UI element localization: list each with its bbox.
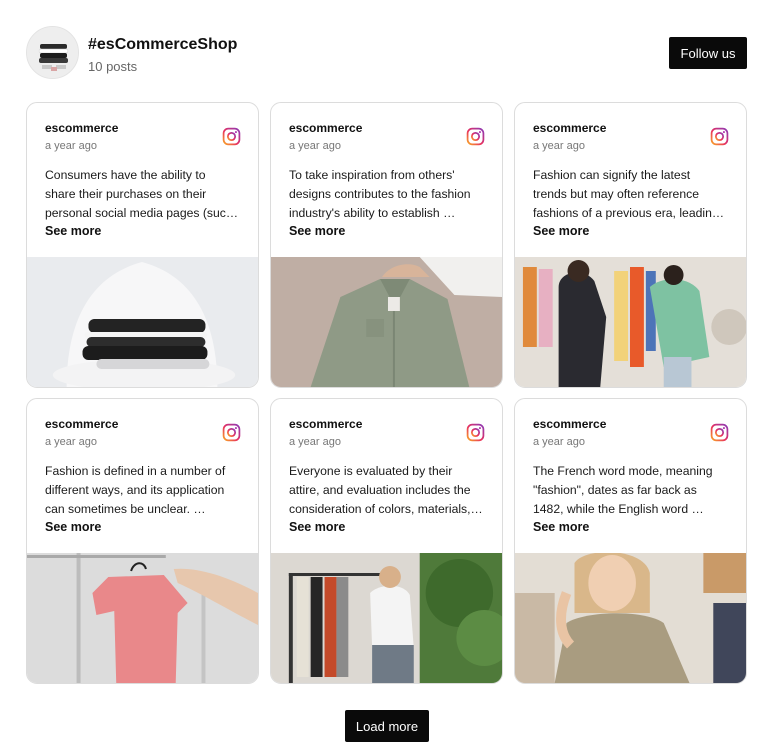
post-caption: To take inspiration from others' designs… — [289, 168, 471, 220]
instagram-icon[interactable] — [222, 127, 241, 146]
instagram-icon[interactable] — [710, 423, 729, 442]
post-grid: escommerce a year ago Consumers have the… — [26, 102, 747, 684]
post-photo-boutique-woman[interactable] — [271, 553, 502, 683]
post-card[interactable]: escommerce a year ago Fashion is defined… — [26, 398, 259, 684]
post-photo-folded-clothes[interactable] — [27, 257, 258, 387]
shop-name: #esCommerceShop — [88, 36, 238, 53]
post-card[interactable]: escommerce a year ago Consumers have the… — [26, 102, 259, 388]
post-photo-clothing-rack[interactable] — [515, 257, 746, 387]
post-count: 10 posts — [88, 59, 138, 74]
see-more-link[interactable]: See more — [533, 520, 589, 534]
post-username: escommerce — [289, 121, 363, 135]
post-photo-smiling-woman[interactable] — [515, 553, 746, 683]
post-username: escommerce — [45, 121, 119, 135]
instagram-icon[interactable] — [466, 423, 485, 442]
post-photo-pink-tshirt[interactable] — [27, 553, 258, 683]
see-more-link[interactable]: See more — [533, 224, 589, 238]
instagram-icon[interactable] — [710, 127, 729, 146]
post-time: a year ago — [289, 436, 341, 448]
profile-header: #esCommerceShop 10 posts Follow us — [26, 26, 748, 80]
see-more-link[interactable]: See more — [45, 224, 101, 238]
post-time: a year ago — [45, 140, 97, 152]
post-photo-green-shirt[interactable] — [271, 257, 502, 387]
post-time: a year ago — [533, 436, 585, 448]
post-caption: Consumers have the ability to share thei… — [45, 168, 239, 220]
post-caption: The French word mode, meaning "fashion",… — [533, 464, 713, 516]
instagram-icon[interactable] — [222, 423, 241, 442]
post-card[interactable]: escommerce a year ago To take inspiratio… — [270, 102, 503, 388]
follow-button[interactable]: Follow us — [669, 37, 747, 69]
post-time: a year ago — [533, 140, 585, 152]
post-caption: Fashion is defined in a number of differ… — [45, 464, 226, 516]
see-more-link[interactable]: See more — [289, 520, 345, 534]
post-username: escommerce — [289, 417, 363, 431]
post-time: a year ago — [289, 140, 341, 152]
post-caption: Everyone is evaluated by their attire, a… — [289, 464, 483, 516]
instagram-icon[interactable] — [466, 127, 485, 146]
post-time: a year ago — [45, 436, 97, 448]
post-card[interactable]: escommerce a year ago The French word mo… — [514, 398, 747, 684]
see-more-link[interactable]: See more — [45, 520, 101, 534]
load-more-button[interactable]: Load more — [345, 710, 429, 742]
post-card[interactable]: escommerce a year ago Everyone is evalua… — [270, 398, 503, 684]
post-username: escommerce — [533, 121, 607, 135]
see-more-link[interactable]: See more — [289, 224, 345, 238]
post-username: escommerce — [45, 417, 119, 431]
avatar[interactable] — [26, 26, 79, 79]
post-username: escommerce — [533, 417, 607, 431]
post-caption: Fashion can signify the latest trends bu… — [533, 168, 725, 220]
post-card[interactable]: escommerce a year ago Fashion can signif… — [514, 102, 747, 388]
